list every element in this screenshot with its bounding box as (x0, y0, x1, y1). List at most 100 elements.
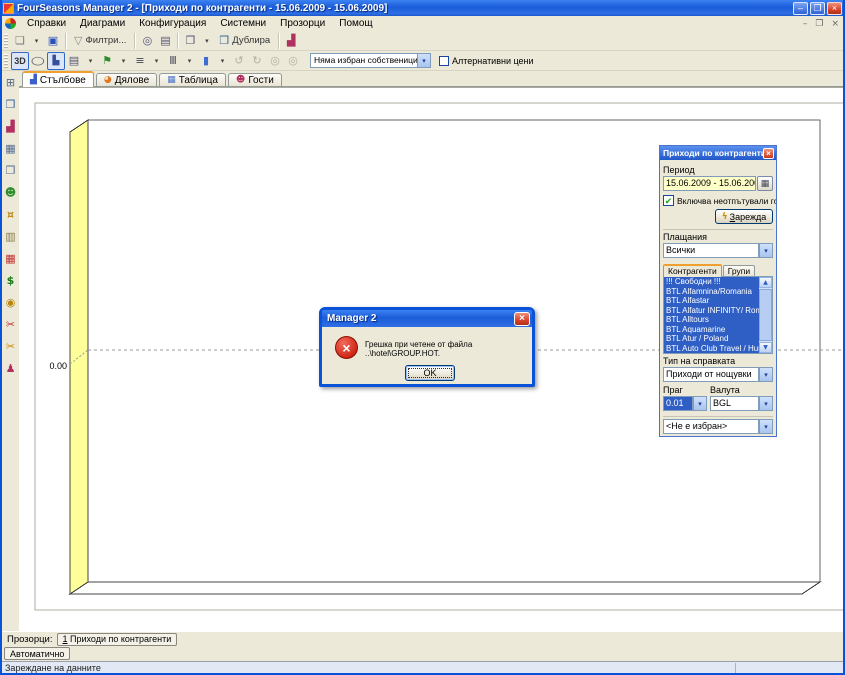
include-guests-checkbox[interactable]: ✔ (663, 195, 674, 206)
mdi-restore-button[interactable]: ❐ (811, 19, 827, 29)
orbit-right-button[interactable]: ◎ (284, 52, 302, 70)
v-gridlines-dropdown[interactable]: ▾ (182, 52, 197, 70)
menu-sistemni[interactable]: Системни (213, 17, 273, 30)
orbit-left-button[interactable]: ◎ (266, 52, 284, 70)
toolbar-grip[interactable] (4, 54, 8, 68)
minimize-button[interactable]: – (793, 2, 808, 15)
cylinder-style-button[interactable]: ▮ (197, 52, 215, 70)
close-button[interactable]: × (827, 2, 842, 15)
mdi-close-button[interactable]: × (827, 19, 843, 29)
calendar-copy-icon[interactable]: ❒ (2, 159, 19, 181)
ok-button[interactable]: OK (405, 365, 455, 381)
3d-toggle-button[interactable]: 3D (11, 52, 29, 70)
report-panel-title: Приходи по контрагенти (663, 148, 763, 158)
list-item[interactable]: BTL Alltours (664, 315, 759, 325)
saved-report-combobox[interactable]: <Не е избран> ▾ (663, 419, 773, 434)
calendar-icon[interactable]: ▦ (2, 137, 19, 159)
restore-button[interactable]: ❐ (810, 2, 825, 15)
chart-button[interactable]: ▟ (282, 32, 300, 50)
tab-contractors[interactable]: Контрагенти (663, 264, 722, 277)
menu-spravki[interactable]: Справки (20, 17, 73, 30)
legend-button[interactable]: ▤ (65, 52, 83, 70)
menu-konfiguracia[interactable]: Конфигурация (132, 17, 213, 30)
export-copy-icon[interactable]: ❐ (2, 93, 19, 115)
copy-dropdown[interactable]: ▾ (199, 32, 214, 50)
currency-dollar-icon[interactable]: $ (2, 269, 19, 291)
list-item[interactable]: BTL Auto Club Travel / Hungary (664, 344, 759, 354)
guests-group-icon[interactable]: ☻ (2, 181, 19, 203)
list-item[interactable]: BTL Alfastar (664, 296, 759, 306)
scroll-up-icon[interactable]: ▲ (759, 277, 772, 288)
list-item[interactable]: BTL Alfamnina/Romania (664, 287, 759, 297)
marks-dropdown[interactable]: ▾ (116, 52, 131, 70)
copy-button[interactable]: ❐ (181, 32, 199, 50)
tab-pie[interactable]: ◕ Дялове (96, 73, 157, 86)
menu-diagrami[interactable]: Диаграми (73, 17, 132, 30)
new-document-button[interactable]: ❏ (11, 32, 29, 50)
report-panel-titlebar[interactable]: Приходи по контрагенти × (660, 146, 776, 160)
combo-arrow-icon[interactable]: ▾ (693, 396, 707, 411)
legend-dropdown[interactable]: ▾ (83, 52, 98, 70)
mini-bars-toggle[interactable]: ▙ (47, 52, 65, 70)
guest-stats-icon[interactable]: ♟ (2, 357, 19, 379)
windows-bar: Прозорци: 1 Приходи по контрагенти (2, 631, 843, 646)
load-button[interactable]: ϟ Зарежда (715, 209, 773, 224)
error-dialog-close-button[interactable]: × (514, 312, 530, 326)
scrollbar-thumb[interactable] (759, 289, 772, 341)
list-scrollbar[interactable]: ▲ ▼ (759, 277, 772, 353)
calendar-picker-button[interactable]: ▦ (757, 176, 773, 191)
automatic-button[interactable]: Автоматично (4, 647, 70, 660)
toolbar-grip[interactable] (4, 34, 8, 48)
combo-arrow-icon[interactable]: ▾ (417, 53, 431, 68)
rates-coins-icon[interactable]: ◉ (2, 291, 19, 313)
combo-arrow-icon[interactable]: ▾ (759, 396, 773, 411)
print-preview-button[interactable]: ◎ (138, 32, 156, 50)
tab-guests[interactable]: ☻ Гости (228, 73, 282, 86)
threshold-combobox[interactable]: 0.01 ▾ (663, 396, 707, 411)
v-gridlines-button[interactable]: Ⅲ (164, 52, 182, 70)
new-document-dropdown[interactable]: ▾ (29, 32, 44, 50)
tab-table-label: Таблица (179, 75, 218, 86)
cut-alert-icon[interactable]: ✂ (2, 335, 19, 357)
payments-icon[interactable]: ¤ (2, 203, 19, 225)
rotate-cw-button[interactable]: ↻ (248, 52, 266, 70)
menu-prozorci[interactable]: Прозорци (273, 17, 332, 30)
balloon-button[interactable]: ○ (29, 52, 47, 70)
cut-reservation-icon[interactable]: ✂ (2, 313, 19, 335)
scroll-down-icon[interactable]: ▼ (759, 342, 772, 353)
marks-button[interactable]: ⚑ (98, 52, 116, 70)
color-chart-icon[interactable]: ▟ (2, 115, 19, 137)
tile-windows-icon[interactable]: ⊞ (2, 71, 19, 93)
print-button[interactable]: ▤ (156, 32, 174, 50)
tab-bars[interactable]: ▟ Стълбове (22, 71, 94, 87)
duplicate-button[interactable]: ❒ Дублира (214, 32, 275, 50)
list-item[interactable]: !!! Свободни !!! (664, 277, 759, 287)
h-gridlines-button[interactable]: ≡ (131, 52, 149, 70)
combo-arrow-icon[interactable]: ▾ (759, 243, 773, 258)
filters-button[interactable]: ▽ Филтри... (69, 32, 131, 50)
period-field[interactable]: 15.06.2009 - 15.06.2009 (663, 176, 756, 191)
combo-arrow-icon[interactable]: ▾ (759, 419, 773, 434)
error-dialog-titlebar[interactable]: Manager 2 × (322, 310, 532, 327)
report-panel-close-button[interactable]: × (763, 148, 774, 159)
payments-combobox[interactable]: Всички ▾ (663, 243, 773, 258)
tab-groups[interactable]: Групи (723, 265, 755, 276)
alt-prices-checkbox[interactable] (439, 56, 449, 66)
mdi-minimize-button[interactable]: – (799, 19, 812, 29)
save-button[interactable]: ▣ (44, 32, 62, 50)
list-item[interactable]: BTL Atur / Poland (664, 334, 759, 344)
cylinder-dropdown[interactable]: ▾ (215, 52, 230, 70)
hotel-icon[interactable]: ▥ (2, 225, 19, 247)
h-gridlines-dropdown[interactable]: ▾ (149, 52, 164, 70)
rotate-ccw-button[interactable]: ↺ (230, 52, 248, 70)
list-item[interactable]: BTL Alfatur INFINITY/ Romania (664, 306, 759, 316)
tab-table[interactable]: ▦ Таблица (159, 73, 226, 86)
report-type-combobox[interactable]: Приходи от нощувки ▾ (663, 367, 773, 382)
currency-combobox[interactable]: BGL ▾ (710, 396, 773, 411)
list-item[interactable]: BTL Aquamarine (664, 325, 759, 335)
owners-combobox[interactable]: Няма избран собственици ▾ (310, 53, 431, 68)
occupancy-grid-icon[interactable]: ▦ (2, 247, 19, 269)
window-1-button[interactable]: 1 Приходи по контрагенти (57, 633, 178, 646)
menu-pomosht[interactable]: Помощ (332, 17, 379, 30)
combo-arrow-icon[interactable]: ▾ (759, 367, 773, 382)
